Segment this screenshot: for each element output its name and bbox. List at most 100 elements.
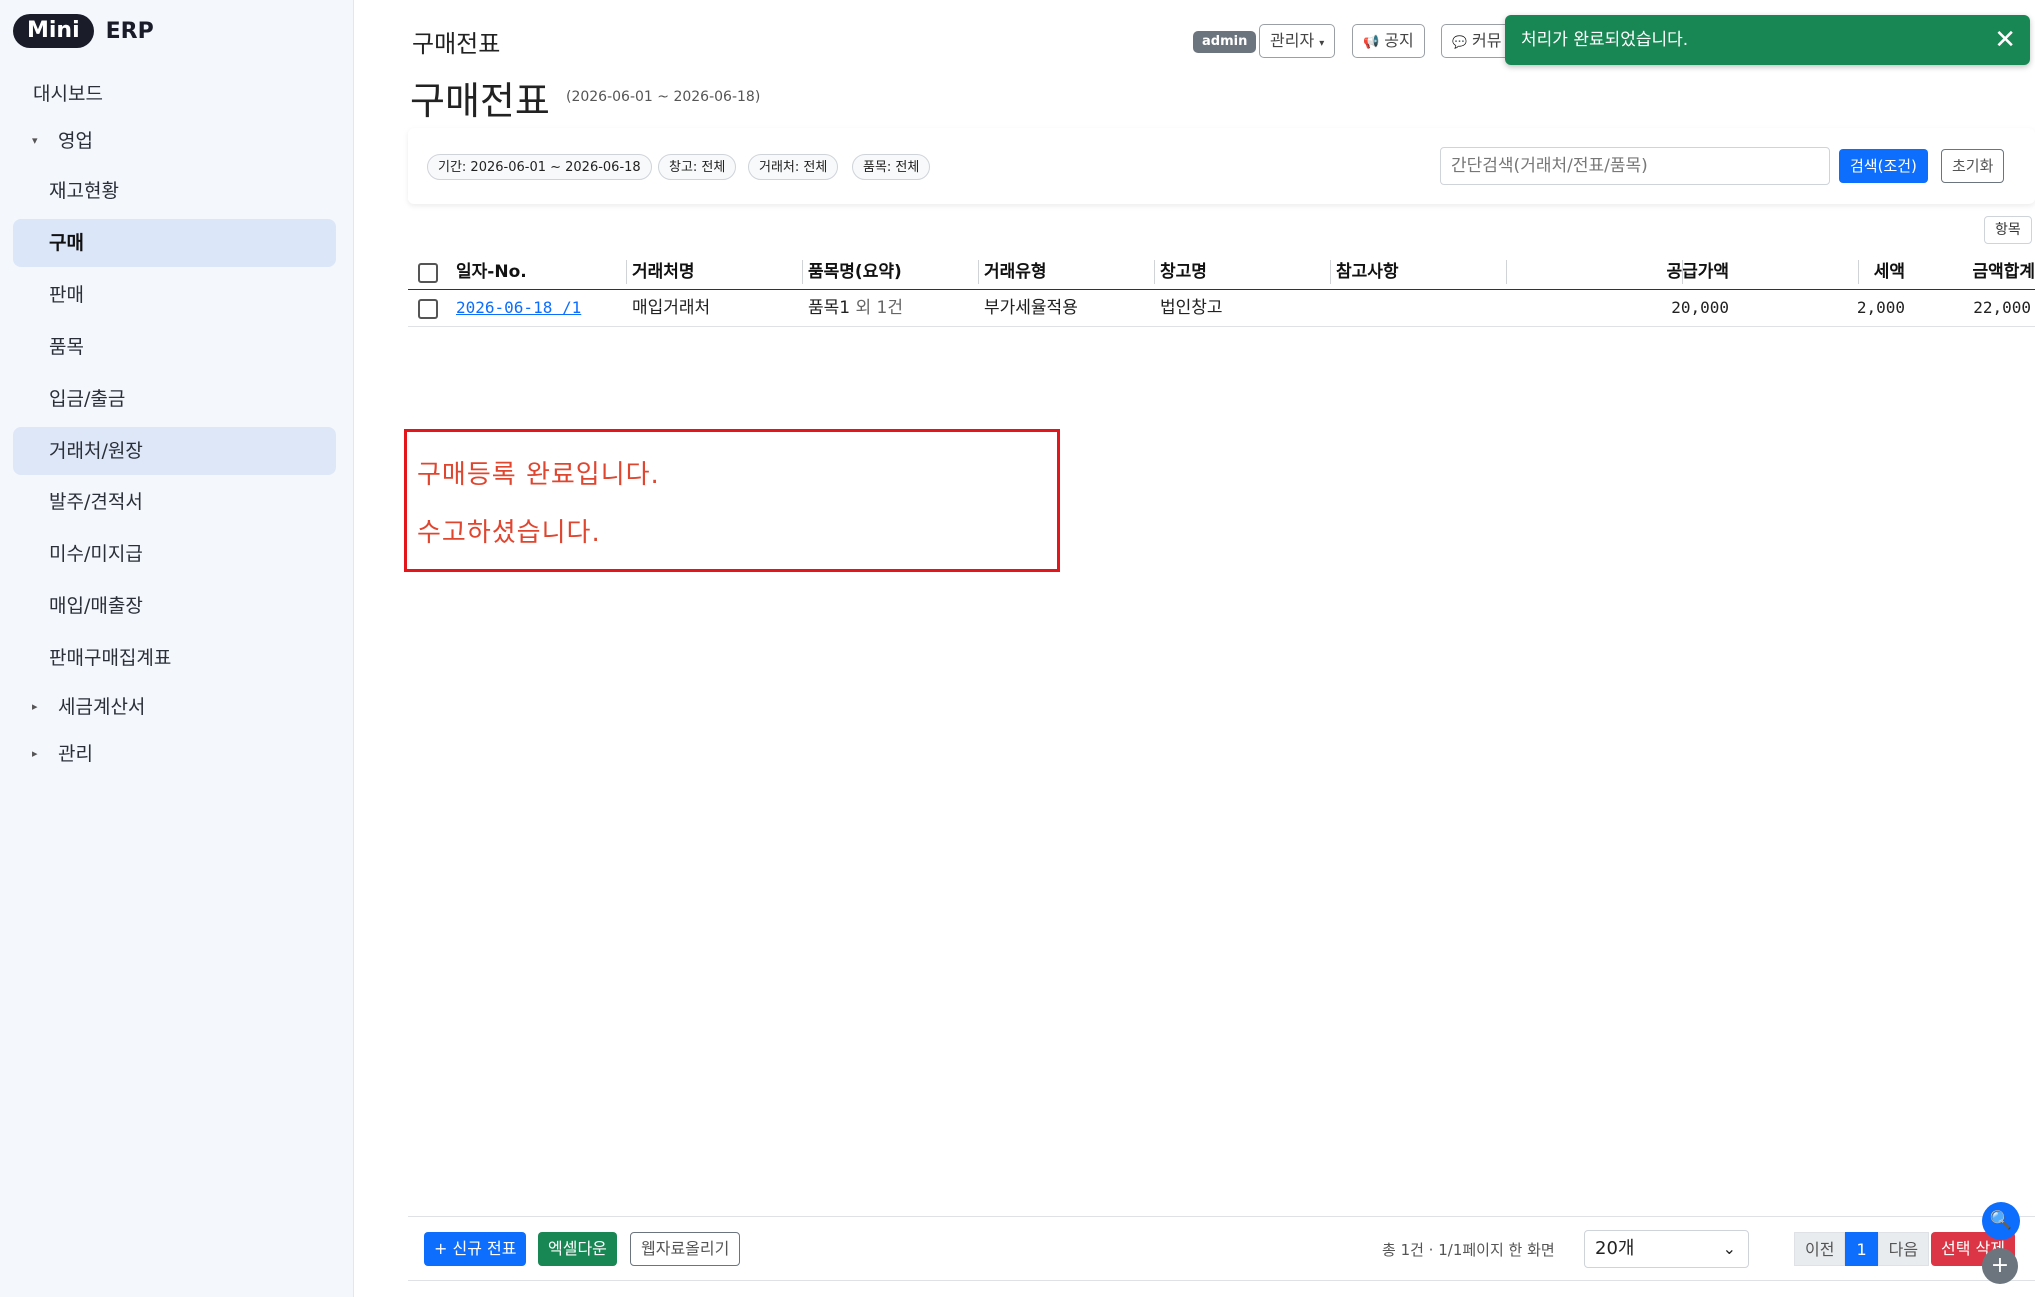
app-logo[interactable]: Mini ERP — [13, 14, 154, 48]
sidebar-item-label: 관리 — [58, 743, 93, 765]
col-warehouse[interactable]: 창고명 — [1160, 255, 1207, 289]
annotation-line-2: 수고하셨습니다. — [417, 518, 601, 548]
sidebar-item-label: 영업 — [58, 130, 93, 152]
col-date-no[interactable]: 일자-No. — [456, 255, 527, 289]
user-menu-label: 관리자 — [1270, 31, 1315, 50]
footer-divider — [408, 1216, 2035, 1217]
caret-right-icon: ▸ — [32, 747, 38, 760]
sidebar: Mini ERP 대시보드 ▾ 영업 재고현황 구매 판매 품목 입금/출금 거래… — [0, 0, 354, 1297]
new-voucher-button[interactable]: + 신규 전표 — [424, 1232, 527, 1266]
row-tax: 2,000 — [1856, 298, 1905, 317]
col-item[interactable]: 품목명(요약) — [808, 255, 902, 289]
page-size-select[interactable]: 20개 ⌄ — [1584, 1230, 1749, 1268]
sidebar-item-label: 구매 — [49, 232, 84, 254]
toast-message: 처리가 완료되었습니다. — [1521, 30, 1689, 50]
col-note[interactable]: 참고사항 — [1336, 255, 1399, 289]
col-total[interactable]: 금액합계 — [1972, 255, 2035, 289]
row-warehouse: 법인창고 — [1160, 298, 1223, 318]
sidebar-item-products[interactable]: 품목 — [13, 323, 336, 371]
row-item-name: 품목1 — [808, 298, 851, 318]
reset-button[interactable]: 초기화 — [1941, 149, 2005, 183]
sidebar-group-tax-invoice[interactable]: ▸ 세금계산서 — [13, 683, 336, 731]
col-tax[interactable]: 세액 — [1874, 255, 1905, 289]
sidebar-item-label: 대시보드 — [33, 83, 103, 105]
col-type[interactable]: 거래유형 — [984, 255, 1047, 289]
col-vendor[interactable]: 거래처명 — [632, 255, 695, 289]
add-fab-icon[interactable]: + — [1982, 1248, 2018, 1284]
sidebar-item-vendors-ledger[interactable]: 거래처/원장 — [13, 427, 336, 475]
search-fab-icon[interactable]: 🔍 — [1982, 1202, 2020, 1240]
sidebar-item-sales-purchase-book[interactable]: 매입/매출장 — [13, 582, 336, 630]
footer-divider — [408, 1280, 2035, 1281]
excel-download-button[interactable]: 엑셀다운 — [538, 1232, 617, 1266]
sidebar-item-label: 판매 — [49, 284, 84, 306]
sidebar-item-label: 발주/견적서 — [49, 491, 143, 513]
sidebar-item-sales[interactable]: 판매 — [13, 271, 336, 319]
filter-chip-vendor[interactable]: 거래처: 전체 — [748, 154, 839, 180]
prev-page-button[interactable]: 이전 — [1794, 1232, 1846, 1266]
chevron-down-icon: ⌄ — [1722, 1239, 1736, 1258]
col-separator — [1682, 260, 1683, 284]
sidebar-item-label: 세금계산서 — [58, 696, 146, 718]
sidebar-item-inventory[interactable]: 재고현황 — [13, 167, 336, 215]
logo-text: ERP — [105, 18, 154, 44]
row-type: 부가세율적용 — [984, 298, 1078, 318]
sidebar-item-label: 재고현황 — [49, 180, 119, 202]
chat-icon: 💬 — [1452, 35, 1467, 49]
col-separator — [802, 260, 803, 284]
success-toast: 처리가 완료되었습니다. ✕ — [1505, 15, 2030, 65]
annotation-line-1: 구매등록 완료입니다. — [417, 460, 660, 490]
search-input[interactable]: 간단검색(거래처/전표/품목) — [1440, 147, 1830, 185]
table-row[interactable]: 2026-06-18 /1 매입거래처 품목1 외 1건 부가세율적용 법인창고… — [408, 290, 2035, 327]
col-separator — [626, 260, 627, 284]
notice-label: 공지 — [1384, 31, 1414, 50]
annotation-box: 구매등록 완료입니다. 수고하셨습니다. — [404, 429, 1060, 572]
col-separator — [1858, 260, 1859, 284]
filter-chip-period[interactable]: 기간: 2026-06-01 ~ 2026-06-18 — [427, 154, 652, 180]
sidebar-item-receivables[interactable]: 미수/미지급 — [13, 530, 336, 578]
sidebar-group-sales[interactable]: ▾ 영업 — [13, 117, 336, 165]
search-button[interactable]: 검색(조건) — [1839, 149, 1928, 183]
filter-chip-warehouse[interactable]: 창고: 전체 — [658, 154, 737, 180]
community-label: 커뮤 — [1472, 31, 1502, 50]
sidebar-group-admin[interactable]: ▸ 관리 — [13, 730, 336, 778]
user-badge: admin — [1193, 31, 1257, 53]
caret-down-icon: ▾ — [32, 134, 38, 147]
user-menu-button[interactable]: 관리자 ▾ — [1259, 24, 1336, 58]
sidebar-item-label: 판매구매집계표 — [49, 647, 172, 669]
next-page-button[interactable]: 다음 — [1877, 1232, 1930, 1266]
page-info: 총 1건 · 1/1페이지 한 화면 — [1382, 1241, 1555, 1259]
row-item-extra: 외 1건 — [855, 298, 904, 318]
notice-button[interactable]: 📢 공지 — [1352, 24, 1425, 58]
sidebar-item-orders-quotes[interactable]: 발주/견적서 — [13, 478, 336, 526]
row-supply: 20,000 — [1671, 298, 1729, 317]
col-supply[interactable]: 공급가액 — [1666, 255, 1729, 289]
sidebar-item-summary[interactable]: 판매구매집계표 — [13, 634, 336, 682]
filter-chip-item[interactable]: 품목: 전체 — [852, 154, 931, 180]
row-item: 품목1 외 1건 — [808, 290, 903, 326]
sidebar-item-label: 입금/출금 — [49, 388, 126, 410]
row-date-no-link[interactable]: 2026-06-18 /1 — [456, 290, 581, 326]
close-icon[interactable]: ✕ — [1994, 15, 2016, 65]
col-separator — [1506, 260, 1507, 284]
table-header: 일자-No. 거래처명 품목명(요약) 거래유형 창고명 참고사항 공급가액 세… — [408, 255, 2035, 290]
page-size-value: 20개 — [1595, 1238, 1635, 1259]
web-upload-button[interactable]: 웹자료올리기 — [630, 1232, 741, 1266]
page-title: 구매전표 — [410, 79, 550, 123]
sidebar-item-label: 거래처/원장 — [49, 440, 143, 462]
megaphone-icon: 📢 — [1363, 35, 1380, 50]
sidebar-item-deposit-withdrawal[interactable]: 입금/출금 — [13, 375, 336, 423]
page-button-1[interactable]: 1 — [1845, 1232, 1878, 1266]
sidebar-item-purchase[interactable]: 구매 — [13, 219, 336, 267]
caret-down-icon: ▾ — [1319, 38, 1325, 49]
sidebar-item-label: 품목 — [49, 336, 84, 358]
sidebar-item-dashboard[interactable]: 대시보드 — [13, 70, 336, 118]
sidebar-item-label: 매입/매출장 — [49, 595, 143, 617]
page-date-range: (2026-06-01 ~ 2026-06-18) — [566, 89, 761, 105]
row-checkbox[interactable] — [418, 299, 438, 319]
select-all-checkbox[interactable] — [418, 263, 438, 283]
page-heading: 구매전표 — [412, 30, 501, 58]
col-separator — [1154, 260, 1155, 284]
columns-button[interactable]: 항목 — [1984, 216, 2032, 244]
row-vendor: 매입거래처 — [632, 298, 711, 318]
